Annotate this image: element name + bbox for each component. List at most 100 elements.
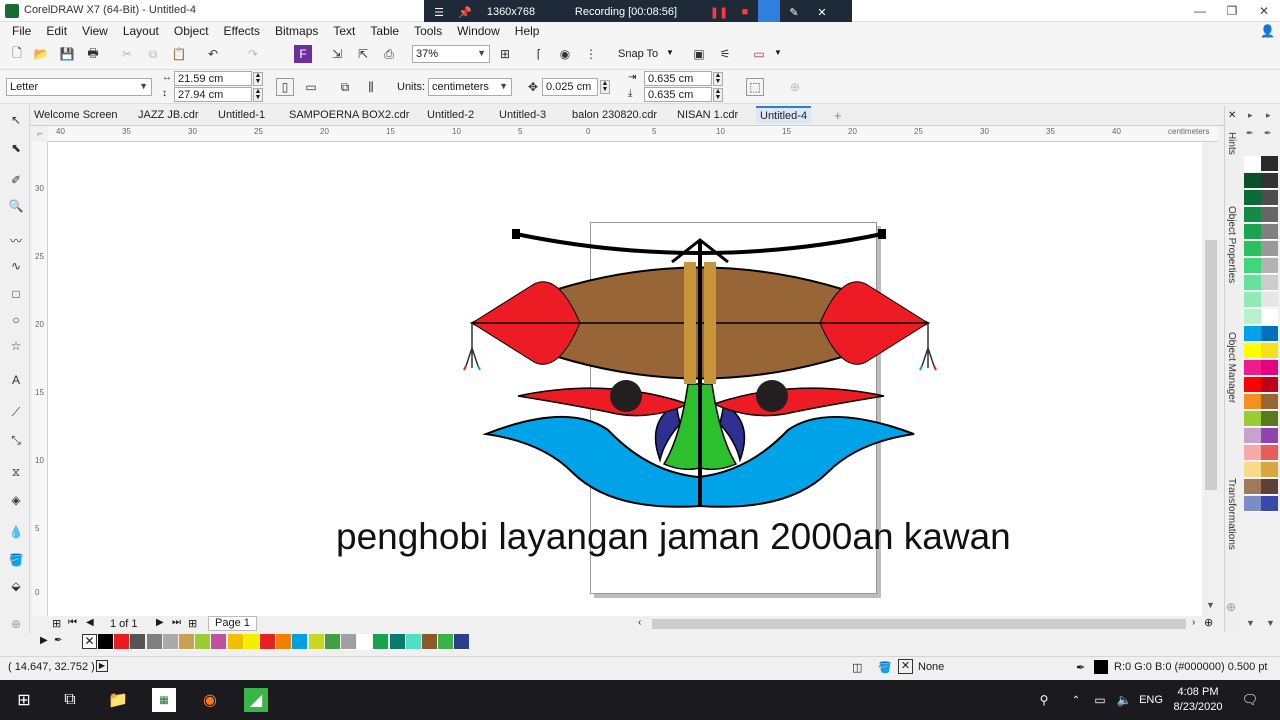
shape-tool-icon[interactable]: ⬉ (6, 138, 26, 158)
text-tool-icon[interactable]: A (6, 370, 26, 390)
docker-object-properties[interactable]: Object Properties (1226, 206, 1237, 283)
rectangle-tool-icon[interactable]: □ (6, 284, 26, 304)
pick-tool-icon[interactable]: ↖ (6, 110, 26, 130)
color-swatch[interactable] (260, 634, 275, 650)
close-icon[interactable]: ✕ (1248, 0, 1280, 22)
menu-effects[interactable]: Effects (224, 24, 260, 38)
docker-object-manager[interactable]: Object Manager (1226, 332, 1237, 403)
maximize-icon[interactable]: ❐ (1216, 0, 1248, 22)
horizontal-scroll-thumb[interactable] (652, 619, 1186, 629)
tab-balon[interactable]: balon 230820.cdr (568, 106, 661, 124)
color-swatch[interactable] (1244, 411, 1261, 427)
recorder-close-icon[interactable]: ✕ (808, 0, 836, 24)
crop-tool-icon[interactable]: ✐ (6, 170, 26, 190)
connector-tool-icon[interactable]: ⤡ (6, 430, 26, 450)
tab-sampoerna-box2[interactable]: SAMPOERNA BOX2.cdr (285, 106, 413, 124)
color-swatch[interactable] (308, 634, 324, 650)
add-tool-icon[interactable]: ⊕ (6, 614, 26, 634)
color-swatch[interactable] (389, 634, 405, 650)
color-swatch[interactable] (227, 634, 243, 650)
color-swatch[interactable] (1244, 343, 1261, 359)
tab-jazz-jb[interactable]: JAZZ JB.cdr (134, 106, 203, 124)
freehand-tool-icon[interactable]: 〰 (6, 230, 26, 250)
color-swatch[interactable] (98, 634, 113, 650)
add-preset-icon[interactable]: ⊕ (786, 78, 804, 96)
docker-transformations[interactable]: Transformations (1226, 478, 1237, 550)
color-swatch[interactable] (1244, 394, 1261, 410)
scroll-down-icon[interactable]: ▼ (1206, 600, 1215, 610)
treat-as-filled-icon[interactable]: ⬚ (746, 78, 764, 96)
fill-tool-icon[interactable]: 🪣 (6, 550, 26, 570)
export-icon[interactable]: ⇱ (354, 45, 372, 63)
kite-eye-right[interactable] (711, 387, 885, 417)
pen-icon[interactable]: ✎ (780, 0, 808, 24)
clock[interactable]: 4:08 PM 8/23/2020 (1166, 685, 1230, 715)
menu-help[interactable]: Help (515, 24, 540, 38)
color-swatch[interactable] (1261, 207, 1278, 223)
scroll-right-icon[interactable]: › (1192, 617, 1195, 628)
color-swatch[interactable] (1261, 224, 1278, 240)
zoom-navigator-icon[interactable]: ⊕ (1204, 616, 1213, 629)
zoom-tool-icon[interactable]: 🔍 (6, 196, 26, 216)
color-swatch[interactable] (1261, 326, 1278, 342)
palette-scroll-icon[interactable]: ▸ (1248, 110, 1253, 121)
color-swatch[interactable] (405, 634, 421, 650)
tab-welcome-screen[interactable]: Welcome Screen (30, 106, 122, 124)
color-swatch[interactable] (1261, 394, 1278, 410)
polygon-tool-icon[interactable]: ☆ (6, 336, 26, 356)
color-swatch[interactable] (1261, 275, 1278, 291)
next-page-icon[interactable]: ▶ (156, 617, 164, 628)
corel-connect-icon[interactable]: F (294, 45, 312, 63)
ruler-origin-icon[interactable]: ⌐ (32, 126, 48, 142)
color-swatch[interactable] (276, 634, 292, 650)
color-swatch[interactable] (195, 634, 211, 650)
import-icon[interactable]: ⇲ (328, 45, 346, 63)
welcome-screen-icon[interactable]: ▣ (690, 45, 708, 63)
all-pages-icon[interactable]: ⧉ (336, 78, 354, 96)
color-swatch[interactable] (1261, 292, 1278, 308)
height-spinner[interactable]: ▲ ▼ (253, 88, 263, 102)
fill-bucket-icon[interactable]: 🪣 (878, 661, 892, 674)
color-swatch[interactable] (1261, 496, 1278, 512)
tab-untitled-2[interactable]: Untitled-2 (423, 106, 478, 124)
menu-file[interactable]: File (12, 24, 31, 38)
nudge-input[interactable]: 0.025 cm (542, 78, 598, 96)
menu-layout[interactable]: Layout (123, 24, 159, 38)
language-indicator[interactable]: ENG (1136, 688, 1166, 712)
minimize-icon[interactable]: — (1184, 0, 1216, 22)
menu-bitmaps[interactable]: Bitmaps (275, 24, 318, 38)
add-page-end-icon[interactable]: ⊞ (188, 617, 197, 630)
color-swatch[interactable] (1261, 479, 1278, 495)
artistic-media-icon[interactable]: ∿ (6, 256, 26, 276)
color-swatch[interactable] (1244, 207, 1261, 223)
color-swatch[interactable] (1261, 462, 1278, 478)
color-swatch[interactable] (1261, 343, 1278, 359)
stop-icon[interactable]: ■ (732, 0, 758, 24)
tab-untitled-3[interactable]: Untitled-3 (495, 106, 550, 124)
transparency-tool-icon[interactable]: ◈ (6, 490, 26, 510)
docker-close-icon[interactable]: ✕ (1228, 110, 1236, 121)
tab-nisan-1[interactable]: NISAN 1.cdr (673, 106, 742, 124)
color-swatch[interactable] (1244, 326, 1261, 342)
view-icon[interactable]: ◉ (556, 45, 574, 63)
color-swatch[interactable] (179, 634, 194, 650)
units-select[interactable]: centimeters ▼ (428, 78, 512, 96)
color-swatch[interactable] (1244, 377, 1261, 393)
color-swatch[interactable] (1244, 258, 1261, 274)
page-tab-1[interactable]: Page 1 (208, 616, 257, 631)
zoom-select[interactable]: 37% ▼ (412, 45, 490, 63)
docker-hints[interactable]: Hints (1226, 132, 1237, 155)
play-icon[interactable]: ▶ (96, 660, 108, 672)
color-swatch[interactable] (1261, 360, 1278, 376)
menu-tools[interactable]: Tools (414, 24, 442, 38)
color-swatch[interactable] (1244, 445, 1261, 461)
file-explorer-icon[interactable]: 📁 (106, 688, 130, 712)
color-swatch[interactable] (1244, 309, 1261, 325)
landscape-icon[interactable]: ▭ (302, 78, 320, 96)
save-icon[interactable]: 💾 (58, 45, 76, 63)
color-swatch[interactable] (1261, 258, 1278, 274)
notifications-icon[interactable]: 🗨 (1238, 688, 1262, 712)
page-size-select[interactable]: Letter ▼ (6, 78, 152, 96)
nudge-spinner[interactable]: ▲ ▼ (600, 80, 610, 94)
color-swatch[interactable] (438, 634, 454, 650)
